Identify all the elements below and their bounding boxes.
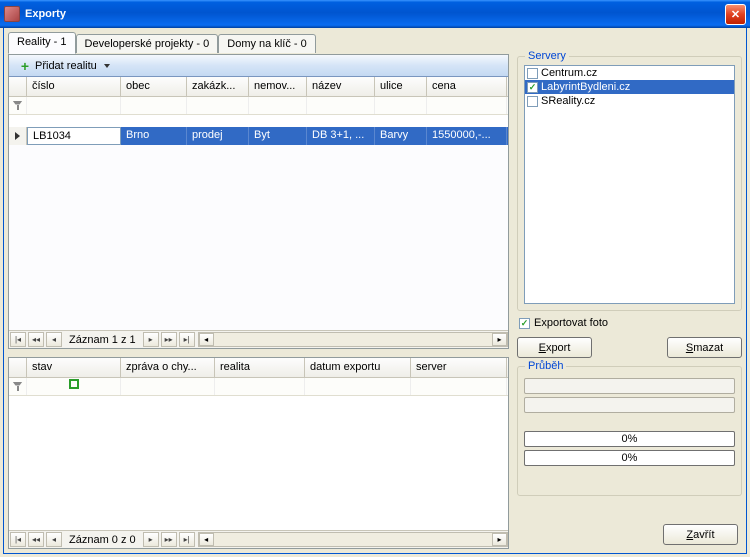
grid-header: číslo obec zakázk... nemov... název ulic… — [9, 77, 508, 97]
action-buttons: Export Smazat — [517, 337, 742, 358]
col-cislo[interactable]: číslo — [27, 77, 121, 96]
status-icon — [69, 379, 79, 389]
delete-button[interactable]: Smazat — [667, 337, 742, 358]
server-label: Centrum.cz — [541, 67, 597, 79]
cell-obec: Brno — [121, 127, 187, 145]
cell-cislo[interactable]: LB1034 — [27, 127, 121, 145]
export-foto-checkbox[interactable]: Exportovat foto — [519, 317, 742, 329]
progress-legend: Průběh — [525, 360, 566, 372]
plus-icon — [19, 60, 31, 72]
filter-icon[interactable] — [13, 382, 23, 392]
log-grid-navigator: |◂ ◂◂ ◂ Záznam 0 z 0 ▸ ▸▸ ▸| ◂ ▸ — [9, 530, 508, 548]
log-filter-row — [9, 378, 508, 396]
scroll-right-icon[interactable]: ▸ — [492, 333, 507, 346]
filter-cell[interactable] — [27, 97, 121, 114]
nav-last-button[interactable]: ▸| — [179, 532, 195, 547]
grid-navigator: |◂ ◂◂ ◂ Záznam 1 z 1 ▸ ▸▸ ▸| ◂ ▸ — [9, 330, 508, 348]
add-reality-button[interactable]: Přidat realitu — [13, 59, 116, 73]
filter-row — [9, 97, 508, 115]
col-nazev[interactable]: název — [307, 77, 375, 96]
server-item-sreality[interactable]: SReality.cz — [525, 94, 734, 108]
table-row[interactable]: LB1034 Brno prodej Byt DB 3+1, ... Barvy… — [9, 127, 508, 145]
progress-bar-4: 0% — [524, 450, 735, 466]
close-button[interactable]: ✕ — [725, 4, 746, 25]
progress-group: Průběh 0% 0% — [517, 366, 742, 496]
nav-prev-button[interactable]: ◂ — [46, 332, 62, 347]
horizontal-scrollbar[interactable]: ◂ ▸ — [198, 532, 508, 547]
tab-domy[interactable]: Domy na klíč - 0 — [218, 34, 315, 53]
server-label: SReality.cz — [541, 95, 595, 107]
chevron-down-icon — [104, 64, 110, 68]
scroll-left-icon[interactable]: ◂ — [199, 333, 214, 346]
cell-zakazka: prodej — [187, 127, 249, 145]
scroll-left-icon[interactable]: ◂ — [199, 533, 214, 546]
checkbox-checked[interactable] — [527, 82, 538, 93]
checkbox[interactable] — [527, 96, 538, 107]
nav-next-button[interactable]: ▸ — [143, 332, 159, 347]
cell-nemov: Byt — [249, 127, 307, 145]
filter-icon[interactable] — [13, 101, 23, 111]
export-button[interactable]: Export — [517, 337, 592, 358]
server-item-centrum[interactable]: Centrum.cz — [525, 66, 734, 80]
col-cena[interactable]: cena — [427, 77, 507, 96]
export-foto-label: Exportovat foto — [534, 317, 608, 329]
col-zakazka[interactable]: zakázk... — [187, 77, 249, 96]
cell-cena: 1550000,-... — [427, 127, 507, 145]
col-datum[interactable]: datum exportu — [305, 358, 411, 377]
add-reality-label: Přidat realitu — [35, 60, 97, 72]
progress-bar-1 — [524, 378, 735, 394]
checkbox[interactable] — [527, 68, 538, 79]
log-grid: stav zpráva o chy... realita datum expor… — [8, 357, 509, 549]
client-area: Reality - 1 Developerské projekty - 0 Do… — [3, 28, 747, 554]
nav-prevpage-button[interactable]: ◂◂ — [28, 332, 44, 347]
nav-prev-button[interactable]: ◂ — [46, 532, 62, 547]
servers-legend: Servery — [525, 50, 569, 62]
checkbox-checked[interactable] — [519, 318, 530, 329]
cell-nazev: DB 3+1, ... — [307, 127, 375, 145]
footer: Zavřít — [663, 524, 738, 545]
title-bar: Exporty ✕ — [0, 0, 750, 28]
nav-prevpage-button[interactable]: ◂◂ — [28, 532, 44, 547]
col-realita[interactable]: realita — [215, 358, 305, 377]
log-grid-body — [9, 396, 508, 530]
progress-bar-2 — [524, 397, 735, 413]
close-icon: ✕ — [731, 8, 740, 21]
nav-first-button[interactable]: |◂ — [10, 532, 26, 547]
server-item-labyrint[interactable]: LabyrintBydleni.cz — [525, 80, 734, 94]
server-list[interactable]: Centrum.cz LabyrintBydleni.cz SReality.c… — [524, 65, 735, 304]
tab-reality[interactable]: Reality - 1 — [8, 32, 76, 54]
progress-bar-3: 0% — [524, 431, 735, 447]
nav-position: Záznam 0 z 0 — [63, 534, 142, 546]
nav-nextpage-button[interactable]: ▸▸ — [161, 532, 177, 547]
grid-toolbar: Přidat realitu — [9, 55, 508, 77]
horizontal-scrollbar[interactable]: ◂ ▸ — [198, 332, 508, 347]
col-zprava[interactable]: zpráva o chy... — [121, 358, 215, 377]
left-panel: Přidat realitu číslo obec zakázk... nemo… — [8, 54, 509, 549]
window-title: Exporty — [25, 8, 66, 20]
close-dialog-button[interactable]: Zavřít — [663, 524, 738, 545]
cell-ulice: Barvy — [375, 127, 427, 145]
nav-last-button[interactable]: ▸| — [179, 332, 195, 347]
col-server[interactable]: server — [411, 358, 507, 377]
nav-first-button[interactable]: |◂ — [10, 332, 26, 347]
tab-developerske[interactable]: Developerské projekty - 0 — [76, 34, 219, 53]
nav-next-button[interactable]: ▸ — [143, 532, 159, 547]
app-icon — [4, 6, 20, 22]
scroll-right-icon[interactable]: ▸ — [492, 533, 507, 546]
nav-position: Záznam 1 z 1 — [63, 334, 142, 346]
col-nemov[interactable]: nemov... — [249, 77, 307, 96]
right-panel: Servery Centrum.cz LabyrintBydleni.cz SR… — [517, 34, 742, 549]
nav-nextpage-button[interactable]: ▸▸ — [161, 332, 177, 347]
row-indicator-icon — [15, 132, 20, 140]
col-obec[interactable]: obec — [121, 77, 187, 96]
col-ulice[interactable]: ulice — [375, 77, 427, 96]
col-stav[interactable]: stav — [27, 358, 121, 377]
log-grid-header: stav zpráva o chy... realita datum expor… — [9, 358, 508, 378]
server-label: LabyrintBydleni.cz — [541, 81, 630, 93]
reality-grid: Přidat realitu číslo obec zakázk... nemo… — [8, 54, 509, 349]
servers-group: Servery Centrum.cz LabyrintBydleni.cz SR… — [517, 56, 742, 311]
